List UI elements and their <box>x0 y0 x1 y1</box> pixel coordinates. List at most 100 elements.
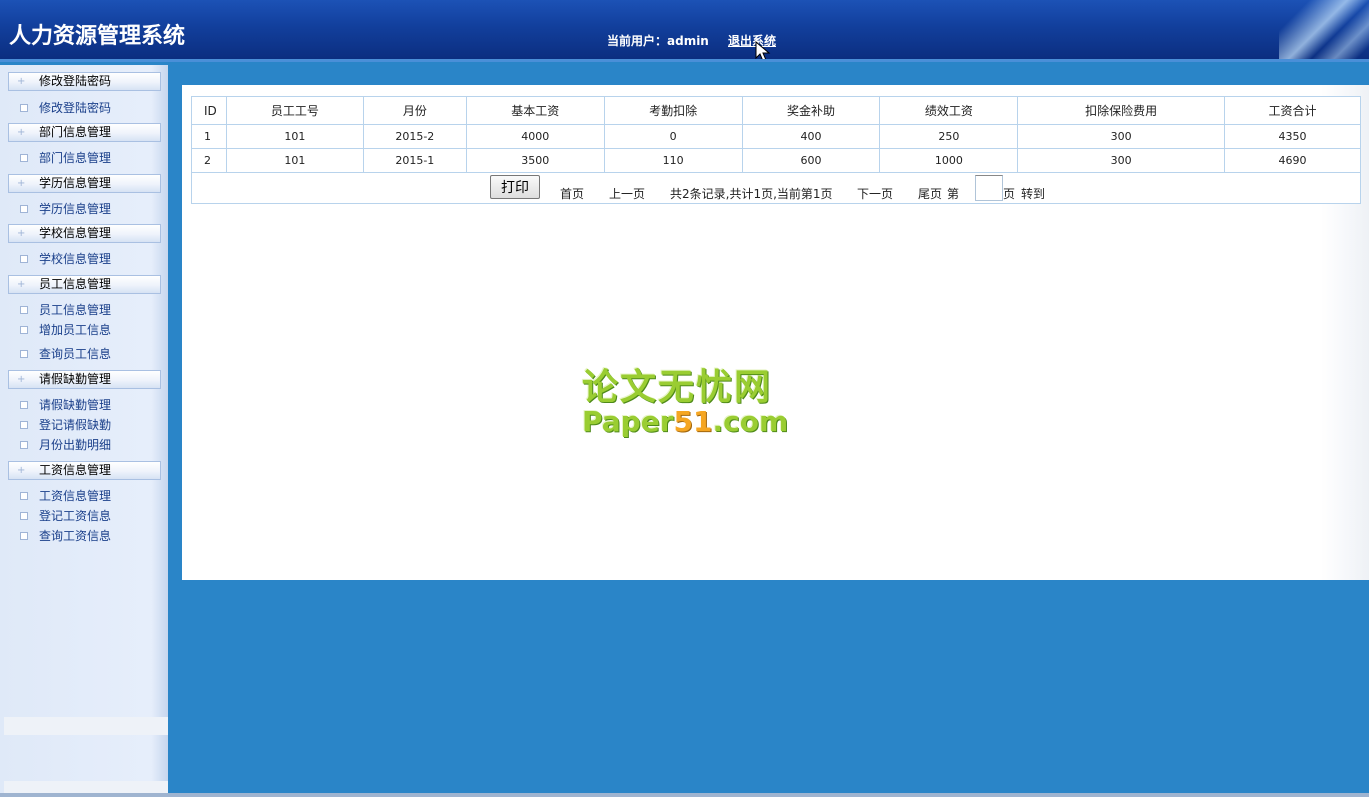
last-page-link[interactable]: 尾页 <box>918 185 942 202</box>
sidebar-menu: + 修改登陆密码 修改登陆密码 + 部门信息管理 部门信息管理 + 学历信息管理… <box>0 65 172 797</box>
table-cell: 2015-1 <box>362 148 467 173</box>
square-bullet-icon <box>20 532 28 540</box>
sidebar-item-label: 学校信息管理 <box>39 252 112 266</box>
table-row: 2 101 2015-1 3500 110 600 1000 300 4690 <box>191 148 1361 173</box>
page-prefix-label: 第 <box>947 187 960 201</box>
first-page-link[interactable]: 首页 <box>560 185 584 202</box>
table-cell: 4350 <box>1224 124 1361 149</box>
column-header: 基本工资 <box>465 96 605 125</box>
sidebar-group-label: 学校信息管理 <box>39 226 112 240</box>
table-header-row: ID 员工工号 月份 基本工资 考勤扣除 奖金补助 绩效工资 扣除保险费用 工资… <box>191 96 1361 125</box>
current-user-label: 当前用户：admin <box>607 34 709 48</box>
sidebar-item-label: 工资信息管理 <box>39 489 112 503</box>
sidebar-group-label: 请假缺勤管理 <box>39 372 112 386</box>
column-header: 奖金补助 <box>741 96 881 125</box>
sidebar-item-department-manage[interactable]: 部门信息管理 <box>20 150 111 166</box>
table-cell: 110 <box>603 148 743 173</box>
square-bullet-icon <box>20 326 28 334</box>
header-decoration <box>1279 0 1369 59</box>
sidebar-item-employee-manage[interactable]: 员工信息管理 <box>20 302 111 318</box>
column-header: 月份 <box>362 96 467 125</box>
table-cell: 4690 <box>1224 148 1361 173</box>
sidebar-item-query-salary[interactable]: 查询工资信息 <box>20 528 111 544</box>
pager-row: 打印 首页 上一页 共2条记录,共计1页,当前第1页 下一页 尾页 第 页 转到 <box>191 172 1361 204</box>
sidebar-group-leave[interactable]: + 请假缺勤管理 <box>8 370 161 389</box>
sidebar-item-leave-manage[interactable]: 请假缺勤管理 <box>20 397 111 413</box>
sidebar-item-monthly-attendance[interactable]: 月份出勤明细 <box>20 437 111 453</box>
column-header: 扣除保险费用 <box>1017 96 1226 125</box>
sidebar-item-label: 员工信息管理 <box>39 303 112 317</box>
sidebar-item-change-password[interactable]: 修改登陆密码 <box>20 100 111 116</box>
sidebar-item-register-leave[interactable]: 登记请假缺勤 <box>20 417 111 433</box>
table-cell: 1000 <box>879 148 1019 173</box>
plus-icon: + <box>17 178 26 189</box>
table-cell: 101 <box>225 124 364 149</box>
sidebar-item-query-employee[interactable]: 查询员工信息 <box>20 346 111 362</box>
sidebar-item-education-manage[interactable]: 学历信息管理 <box>20 201 111 217</box>
sidebar-group-label: 工资信息管理 <box>39 463 112 477</box>
table-cell: 300 <box>1017 148 1226 173</box>
sidebar-item-label: 月份出勤明细 <box>39 438 112 452</box>
page-suffix-label: 页 <box>1003 187 1016 201</box>
sidebar-item-salary-manage[interactable]: 工资信息管理 <box>20 488 111 504</box>
watermark-url-part: Paper <box>582 405 674 438</box>
sidebar-group-education[interactable]: + 学历信息管理 <box>8 174 161 193</box>
sidebar-group-label: 部门信息管理 <box>39 125 112 139</box>
salary-table: ID 员工工号 月份 基本工资 考勤扣除 奖金补助 绩效工资 扣除保险费用 工资… <box>191 96 1361 204</box>
sidebar-item-label: 登记工资信息 <box>39 509 112 523</box>
sidebar-item-label: 查询工资信息 <box>39 529 112 543</box>
table-cell: 1 <box>191 124 227 149</box>
plus-icon: + <box>17 228 26 239</box>
square-bullet-icon <box>20 421 28 429</box>
table-cell: 2015-2 <box>362 124 467 149</box>
table-cell: 0 <box>603 124 743 149</box>
column-header: 绩效工资 <box>879 96 1019 125</box>
sidebar-group-salary[interactable]: + 工资信息管理 <box>8 461 161 480</box>
column-header: 考勤扣除 <box>603 96 743 125</box>
table-cell: 300 <box>1017 124 1226 149</box>
sidebar-item-label: 部门信息管理 <box>39 151 112 165</box>
square-bullet-icon <box>20 350 28 358</box>
page-summary: 共2条记录,共计1页,当前第1页 <box>670 187 833 201</box>
sidebar-scroll-track <box>4 717 168 735</box>
sidebar-item-label: 学历信息管理 <box>39 202 112 216</box>
sidebar-item-label: 增加员工信息 <box>39 323 112 337</box>
pager: 打印 首页 上一页 共2条记录,共计1页,当前第1页 下一页 尾页 第 页 转到 <box>192 173 1360 203</box>
goto-page-link[interactable]: 转到 <box>1021 185 1045 202</box>
watermark-url-part: .com <box>712 405 789 438</box>
plus-icon: + <box>17 76 26 87</box>
sidebar-item-school-manage[interactable]: 学校信息管理 <box>20 251 111 267</box>
watermark-url: Paper51.com <box>582 405 788 438</box>
page-number-input[interactable] <box>975 175 1003 201</box>
table-cell: 400 <box>741 124 881 149</box>
prev-page-link[interactable]: 上一页 <box>609 185 645 202</box>
plus-icon: + <box>17 279 26 290</box>
square-bullet-icon <box>20 492 28 500</box>
sidebar-group-label: 修改登陆密码 <box>39 74 112 88</box>
sidebar-item-add-employee[interactable]: 增加员工信息 <box>20 322 111 338</box>
sidebar-item-register-salary[interactable]: 登记工资信息 <box>20 508 111 524</box>
print-button[interactable]: 打印 <box>490 175 540 199</box>
watermark-url-number: 51 <box>673 405 713 438</box>
sidebar-group-password[interactable]: + 修改登陆密码 <box>8 72 161 91</box>
sidebar-item-label: 修改登陆密码 <box>39 101 112 115</box>
sidebar-group-employee[interactable]: + 员工信息管理 <box>8 275 161 294</box>
sidebar-item-label: 查询员工信息 <box>39 347 112 361</box>
square-bullet-icon <box>20 154 28 162</box>
table-cell: 3500 <box>465 148 605 173</box>
app-header: 人力资源管理系统 当前用户：admin 退出系统 <box>0 0 1369 62</box>
app-title: 人力资源管理系统 <box>9 24 186 49</box>
square-bullet-icon <box>20 441 28 449</box>
sidebar-group-department[interactable]: + 部门信息管理 <box>8 123 161 142</box>
square-bullet-icon <box>20 306 28 314</box>
sidebar-group-school[interactable]: + 学校信息管理 <box>8 224 161 243</box>
next-page-link[interactable]: 下一页 <box>857 185 893 202</box>
mouse-cursor-icon <box>755 41 771 59</box>
column-header: ID <box>191 96 227 125</box>
square-bullet-icon <box>20 104 28 112</box>
plus-icon: + <box>17 465 26 476</box>
sidebar-group-label: 学历信息管理 <box>39 176 112 190</box>
content-panel: ID 员工工号 月份 基本工资 考勤扣除 奖金补助 绩效工资 扣除保险费用 工资… <box>182 85 1369 580</box>
sidebar-item-label: 请假缺勤管理 <box>39 398 112 412</box>
table-cell: 600 <box>741 148 881 173</box>
